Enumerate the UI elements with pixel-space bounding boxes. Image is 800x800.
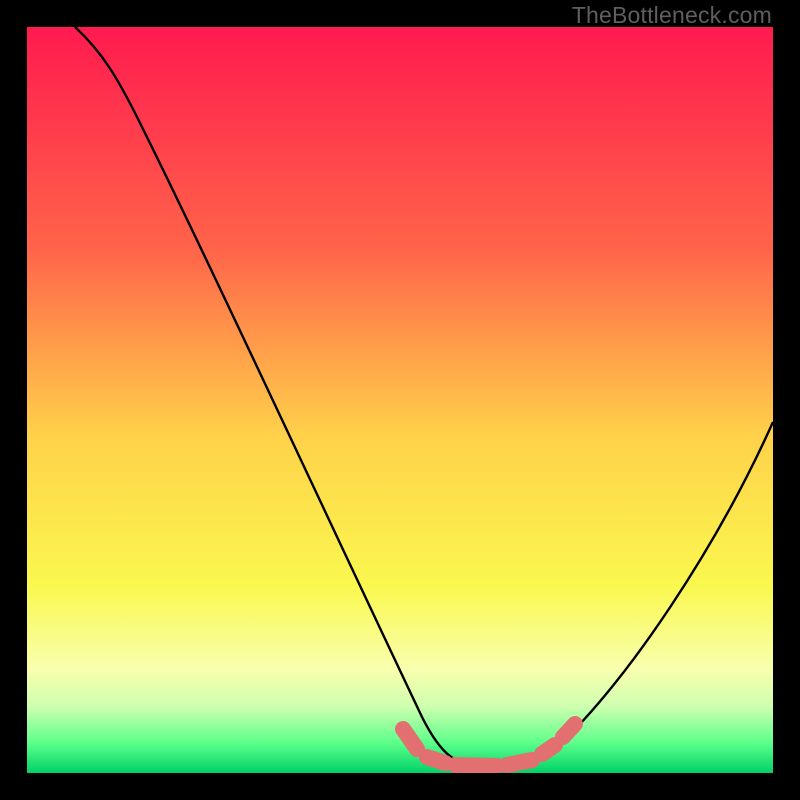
bottleneck-curve [75,27,773,767]
plot-area [27,27,773,773]
watermark-text: TheBottleneck.com [572,2,772,29]
bottleneck-curve-svg [27,27,773,773]
chart-frame: TheBottleneck.com [0,0,800,800]
